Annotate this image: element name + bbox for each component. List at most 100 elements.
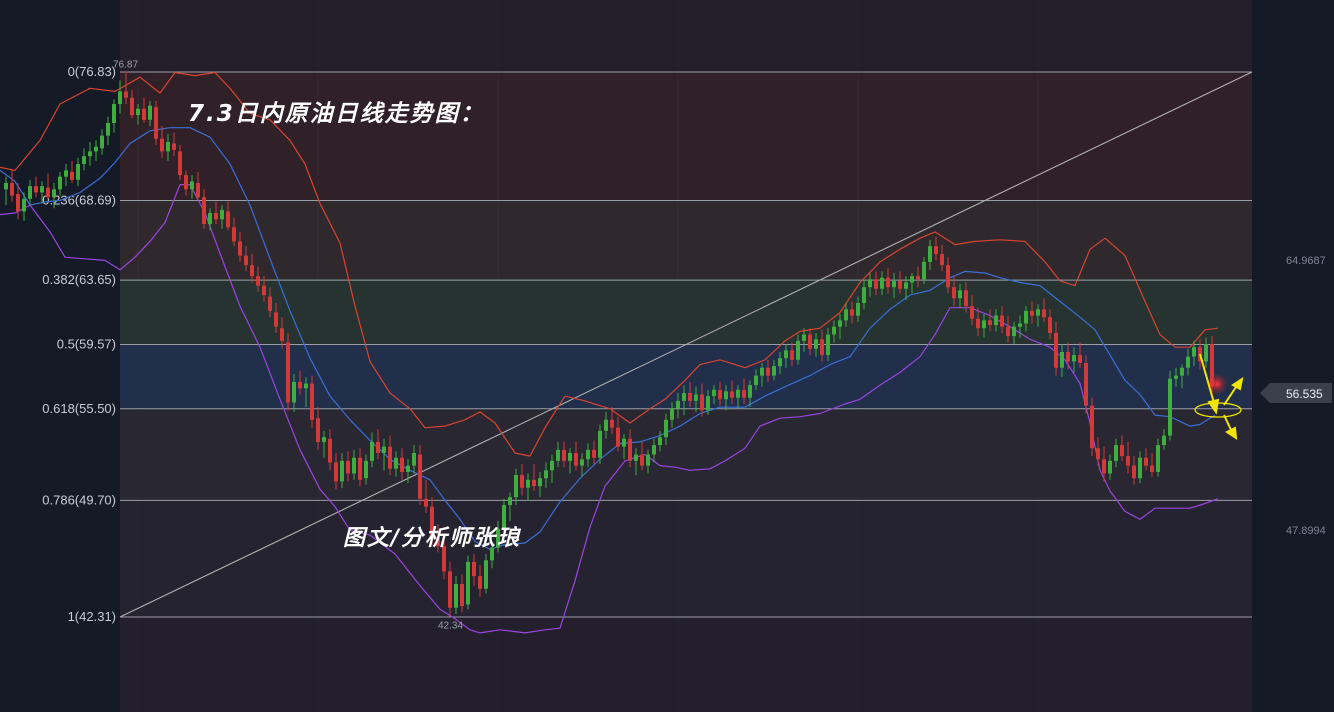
candle-body <box>28 186 32 199</box>
candle-body <box>1072 355 1076 362</box>
candle-body <box>1204 344 1208 362</box>
oil-daily-chart: 0(76.83)0.236(68.69)0.382(63.65)0.5(59.5… <box>0 0 1332 712</box>
candle-body <box>670 408 674 420</box>
candle-body <box>1000 315 1004 327</box>
candle <box>4 176 8 206</box>
candle <box>286 332 290 411</box>
candle-body <box>454 584 458 608</box>
candle-body <box>112 104 116 123</box>
candle-body <box>88 151 92 157</box>
candle-body <box>688 392 692 401</box>
candle-body <box>826 334 830 356</box>
candle-body <box>880 277 884 289</box>
candle-body <box>220 209 224 220</box>
candle-body <box>934 246 938 255</box>
candle-body <box>1114 445 1118 461</box>
candle-body <box>1126 456 1130 466</box>
candle-body <box>796 340 800 360</box>
candle-body <box>580 459 584 466</box>
candle-body <box>898 280 902 289</box>
candle-body <box>334 462 338 482</box>
candle-body <box>952 287 956 299</box>
candle-body <box>460 584 464 607</box>
candle-body <box>568 452 572 461</box>
candle-body <box>706 396 710 411</box>
candle-body <box>364 460 368 479</box>
candle-body <box>556 449 560 461</box>
candle <box>94 140 98 161</box>
candle-body <box>970 306 974 319</box>
candle-body <box>904 282 908 289</box>
candle-body <box>772 366 776 376</box>
candle-body <box>394 457 398 469</box>
candle-body <box>472 561 476 577</box>
candle-body <box>400 457 404 472</box>
candle-body <box>22 198 26 212</box>
candle-body <box>940 254 944 266</box>
candle-body <box>304 383 308 389</box>
candle-body <box>832 326 836 335</box>
candle-body <box>58 176 62 190</box>
candle-body <box>1120 445 1124 457</box>
candle-body <box>298 381 302 389</box>
candle-body <box>148 105 152 120</box>
fib-label-5: 0.786(49.70) <box>42 492 116 507</box>
candle-body <box>166 141 170 152</box>
candle-body <box>418 454 422 499</box>
candle-body <box>1078 355 1082 363</box>
candle-body <box>1162 435 1166 446</box>
candle-body <box>892 280 896 288</box>
candle-body <box>982 320 986 329</box>
author-credit: 图文/分析师张琅 <box>343 525 522 551</box>
candle-body <box>958 290 962 299</box>
candle-body <box>1186 356 1190 368</box>
candle-body <box>868 279 872 288</box>
candle-body <box>700 394 704 411</box>
candle-body <box>1138 457 1142 479</box>
candle-body <box>1054 332 1058 368</box>
candle-body <box>658 437 662 446</box>
candle-body <box>544 470 548 479</box>
current-price-value: 56.535 <box>1286 387 1323 401</box>
candle-body <box>358 457 362 480</box>
candle-body <box>424 498 428 507</box>
candle <box>70 160 74 183</box>
candle-body <box>856 302 860 316</box>
candle-body <box>1018 323 1022 327</box>
candle-body <box>256 276 260 286</box>
candle-body <box>616 427 620 447</box>
candle-body <box>46 187 50 198</box>
candle-body <box>1174 375 1178 379</box>
candle-body <box>16 194 20 212</box>
candle-body <box>838 320 842 327</box>
candle-body <box>262 285 266 296</box>
candle-body <box>184 175 188 190</box>
candle-body <box>142 108 146 120</box>
candle-body <box>916 276 920 280</box>
candle-body <box>4 182 8 190</box>
candle <box>10 170 14 202</box>
candle-body <box>1192 347 1196 357</box>
candle <box>34 176 38 198</box>
candle-body <box>1150 465 1154 472</box>
candle-body <box>718 389 722 400</box>
candle-body <box>76 164 80 180</box>
candle-body <box>652 445 656 455</box>
candle-body <box>532 479 536 487</box>
fib-zone-0786-1 <box>120 500 1252 617</box>
candle-body <box>352 457 356 474</box>
candle-body <box>736 389 740 398</box>
candle-body <box>850 309 854 316</box>
candle <box>100 129 104 155</box>
candle-body <box>946 265 950 288</box>
candle-body <box>52 189 56 198</box>
candle-body <box>64 170 68 177</box>
candle <box>76 157 80 187</box>
candle-body <box>316 418 320 442</box>
candle-body <box>862 287 866 303</box>
candle-body <box>238 241 242 256</box>
candle-body <box>382 446 386 453</box>
candle <box>82 148 86 171</box>
candle-body <box>1156 445 1160 472</box>
candle-body <box>790 350 794 360</box>
